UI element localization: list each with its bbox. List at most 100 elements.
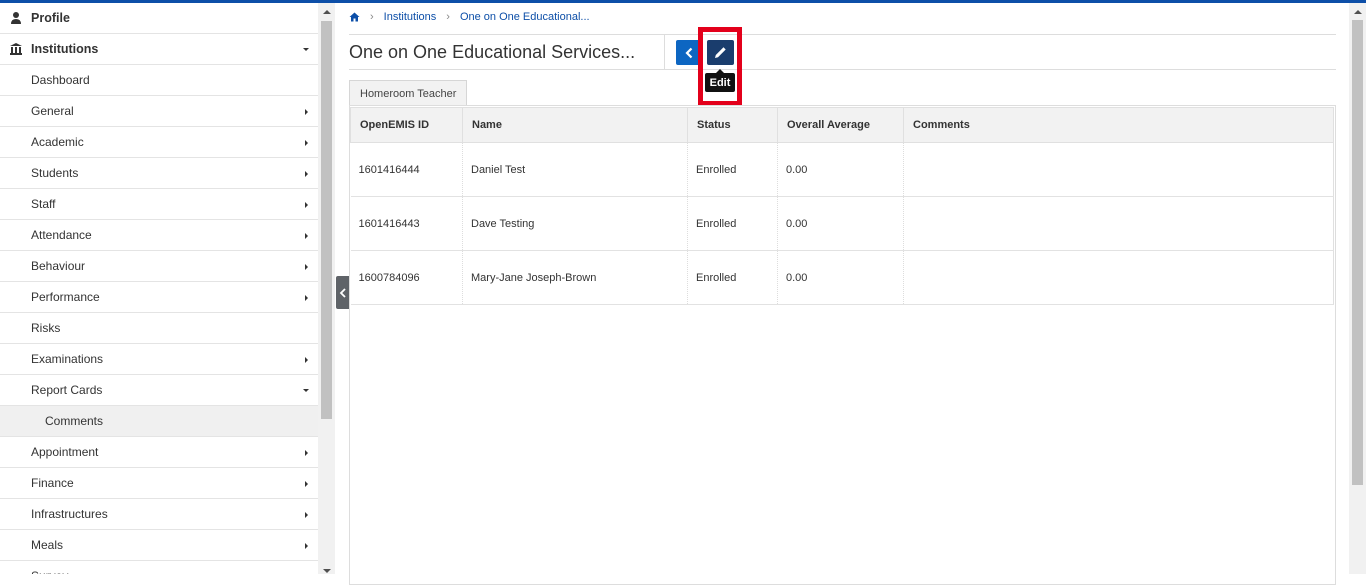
chevron-right-icon: [305, 481, 308, 487]
breadcrumb: › Institutions › One on One Educational.…: [349, 11, 590, 23]
sidebar-item-appointment[interactable]: Appointment: [0, 437, 318, 468]
chevron-right-icon: [305, 264, 308, 270]
divider: [664, 35, 665, 69]
sidebar-item-label: General: [31, 104, 74, 118]
sidebar-item-risks[interactable]: Risks: [0, 313, 318, 344]
sidebar-item-dashboard[interactable]: Dashboard: [0, 65, 318, 96]
cell-openemis-id: 1601416443: [350, 196, 463, 251]
pencil-icon: [715, 47, 726, 58]
highlight-box: [698, 27, 742, 106]
cell-status: Enrolled: [687, 250, 778, 305]
sidebar-item-label: Behaviour: [31, 259, 86, 273]
divider: [349, 69, 1336, 70]
sidebar-item-report-cards[interactable]: Report Cards: [0, 375, 318, 406]
sidebar-item-academic[interactable]: Academic: [0, 127, 318, 158]
scroll-up-icon[interactable]: [323, 10, 331, 14]
chevron-right-icon: [305, 109, 308, 115]
column-header[interactable]: Comments: [903, 107, 1334, 143]
sidebar: Profile Institutions Dashboard General Aca…: [0, 3, 318, 574]
back-button[interactable]: [676, 40, 702, 65]
page-scrollbar[interactable]: [1349, 3, 1366, 574]
collapse-sidebar-button[interactable]: [336, 276, 350, 309]
column-header[interactable]: Overall Average: [777, 107, 904, 143]
chevron-left-icon: [685, 47, 693, 58]
tab-homeroom-teacher[interactable]: Homeroom Teacher: [349, 80, 468, 106]
scrollbar-thumb[interactable]: [321, 21, 332, 419]
breadcrumb-current[interactable]: One on One Educational...: [460, 11, 590, 23]
chevron-right-icon: [305, 202, 308, 208]
sidebar-item-label: Risks: [31, 321, 61, 335]
breadcrumb-institutions-link[interactable]: Institutions: [384, 11, 437, 23]
edit-button[interactable]: [707, 40, 734, 65]
chevron-right-icon: [305, 295, 308, 301]
chevron-right-icon: [305, 357, 308, 363]
scroll-down-icon[interactable]: [323, 569, 331, 573]
cell-openemis-id: 1601416444: [350, 142, 463, 197]
sidebar-item-label: Dashboard: [31, 73, 90, 87]
sidebar-item-label: Report Cards: [31, 383, 103, 397]
sidebar-scrollbar[interactable]: [318, 3, 335, 574]
cell-status: Enrolled: [687, 142, 778, 197]
edit-tooltip: Edit: [705, 69, 735, 92]
students-table: OpenEMIS ID Name Status Overall Average …: [350, 107, 1334, 305]
chevron-right-icon: [305, 233, 308, 239]
table-row[interactable]: 1600784096 Mary-Jane Joseph-Brown Enroll…: [350, 250, 1334, 305]
cell-openemis-id: 1600784096: [350, 250, 463, 305]
sidebar-item-label: Appointment: [31, 445, 99, 459]
chevron-right-icon: [305, 512, 308, 518]
sidebar-item-label: Students: [31, 166, 79, 180]
sidebar-item-meals[interactable]: Meals: [0, 530, 318, 561]
user-icon: [11, 12, 21, 24]
sidebar-item-attendance[interactable]: Attendance: [0, 220, 318, 251]
sidebar-item-students[interactable]: Students: [0, 158, 318, 189]
sidebar-item-general[interactable]: General: [0, 96, 318, 127]
divider: [349, 34, 1336, 35]
sidebar-item-infrastructures[interactable]: Infrastructures: [0, 499, 318, 530]
cell-overall-average: 0.00: [777, 142, 904, 197]
column-header[interactable]: Name: [462, 107, 688, 143]
column-header[interactable]: OpenEMIS ID: [350, 107, 463, 143]
sidebar-item-label: Finance: [31, 476, 74, 490]
institution-icon: [10, 43, 22, 55]
sidebar-item-staff[interactable]: Staff: [0, 189, 318, 220]
sidebar-item-behaviour[interactable]: Behaviour: [0, 251, 318, 282]
sidebar-item-label: Profile: [31, 11, 70, 25]
sidebar-item-label: Survey: [31, 569, 68, 574]
cell-status: Enrolled: [687, 196, 778, 251]
sidebar-item-profile[interactable]: Profile: [0, 3, 318, 34]
sidebar-item-label: Performance: [31, 290, 100, 304]
sidebar-item-comments[interactable]: Comments: [0, 406, 318, 437]
home-icon[interactable]: [349, 12, 360, 22]
sidebar-item-survey[interactable]: Survey: [0, 561, 318, 574]
breadcrumb-separator: ›: [446, 11, 450, 23]
column-header[interactable]: Status: [687, 107, 778, 143]
chevron-down-icon: [303, 48, 309, 51]
sidebar-item-label: Infrastructures: [31, 507, 108, 521]
breadcrumb-separator: ›: [370, 11, 374, 23]
sidebar-item-examinations[interactable]: Examinations: [0, 344, 318, 375]
sidebar-item-label: Meals: [31, 538, 64, 552]
sidebar-item-label: Academic: [31, 135, 84, 149]
table-row[interactable]: 1601416444 Daniel Test Enrolled 0.00: [350, 142, 1334, 197]
table-header-row: OpenEMIS ID Name Status Overall Average …: [350, 107, 1334, 143]
table-row[interactable]: 1601416443 Dave Testing Enrolled 0.00: [350, 196, 1334, 251]
cell-comments: [903, 250, 1334, 305]
chevron-right-icon: [305, 140, 308, 146]
sidebar-item-label: Institutions: [31, 42, 99, 56]
sidebar-item-label: Comments: [45, 414, 104, 428]
sidebar-item-label: Examinations: [31, 352, 104, 366]
chevron-left-icon: [339, 287, 346, 298]
sidebar-menu-list: Dashboard General Academic Students Staff Att…: [0, 65, 318, 574]
sidebar-item-label: Attendance: [31, 228, 92, 242]
cell-overall-average: 0.00: [777, 196, 904, 251]
sidebar-item-label: Staff: [31, 197, 56, 211]
sidebar-item-institutions[interactable]: Institutions: [0, 34, 318, 65]
sidebar-item-finance[interactable]: Finance: [0, 468, 318, 499]
cell-name: Mary-Jane Joseph-Brown: [462, 250, 688, 305]
page-title: One on One Educational Services...: [349, 42, 636, 62]
chevron-down-icon: [303, 389, 309, 392]
scrollbar-thumb[interactable]: [1352, 20, 1363, 485]
sidebar-item-performance[interactable]: Performance: [0, 282, 318, 313]
scroll-up-icon[interactable]: [1354, 10, 1362, 14]
cell-name: Daniel Test: [462, 142, 688, 197]
